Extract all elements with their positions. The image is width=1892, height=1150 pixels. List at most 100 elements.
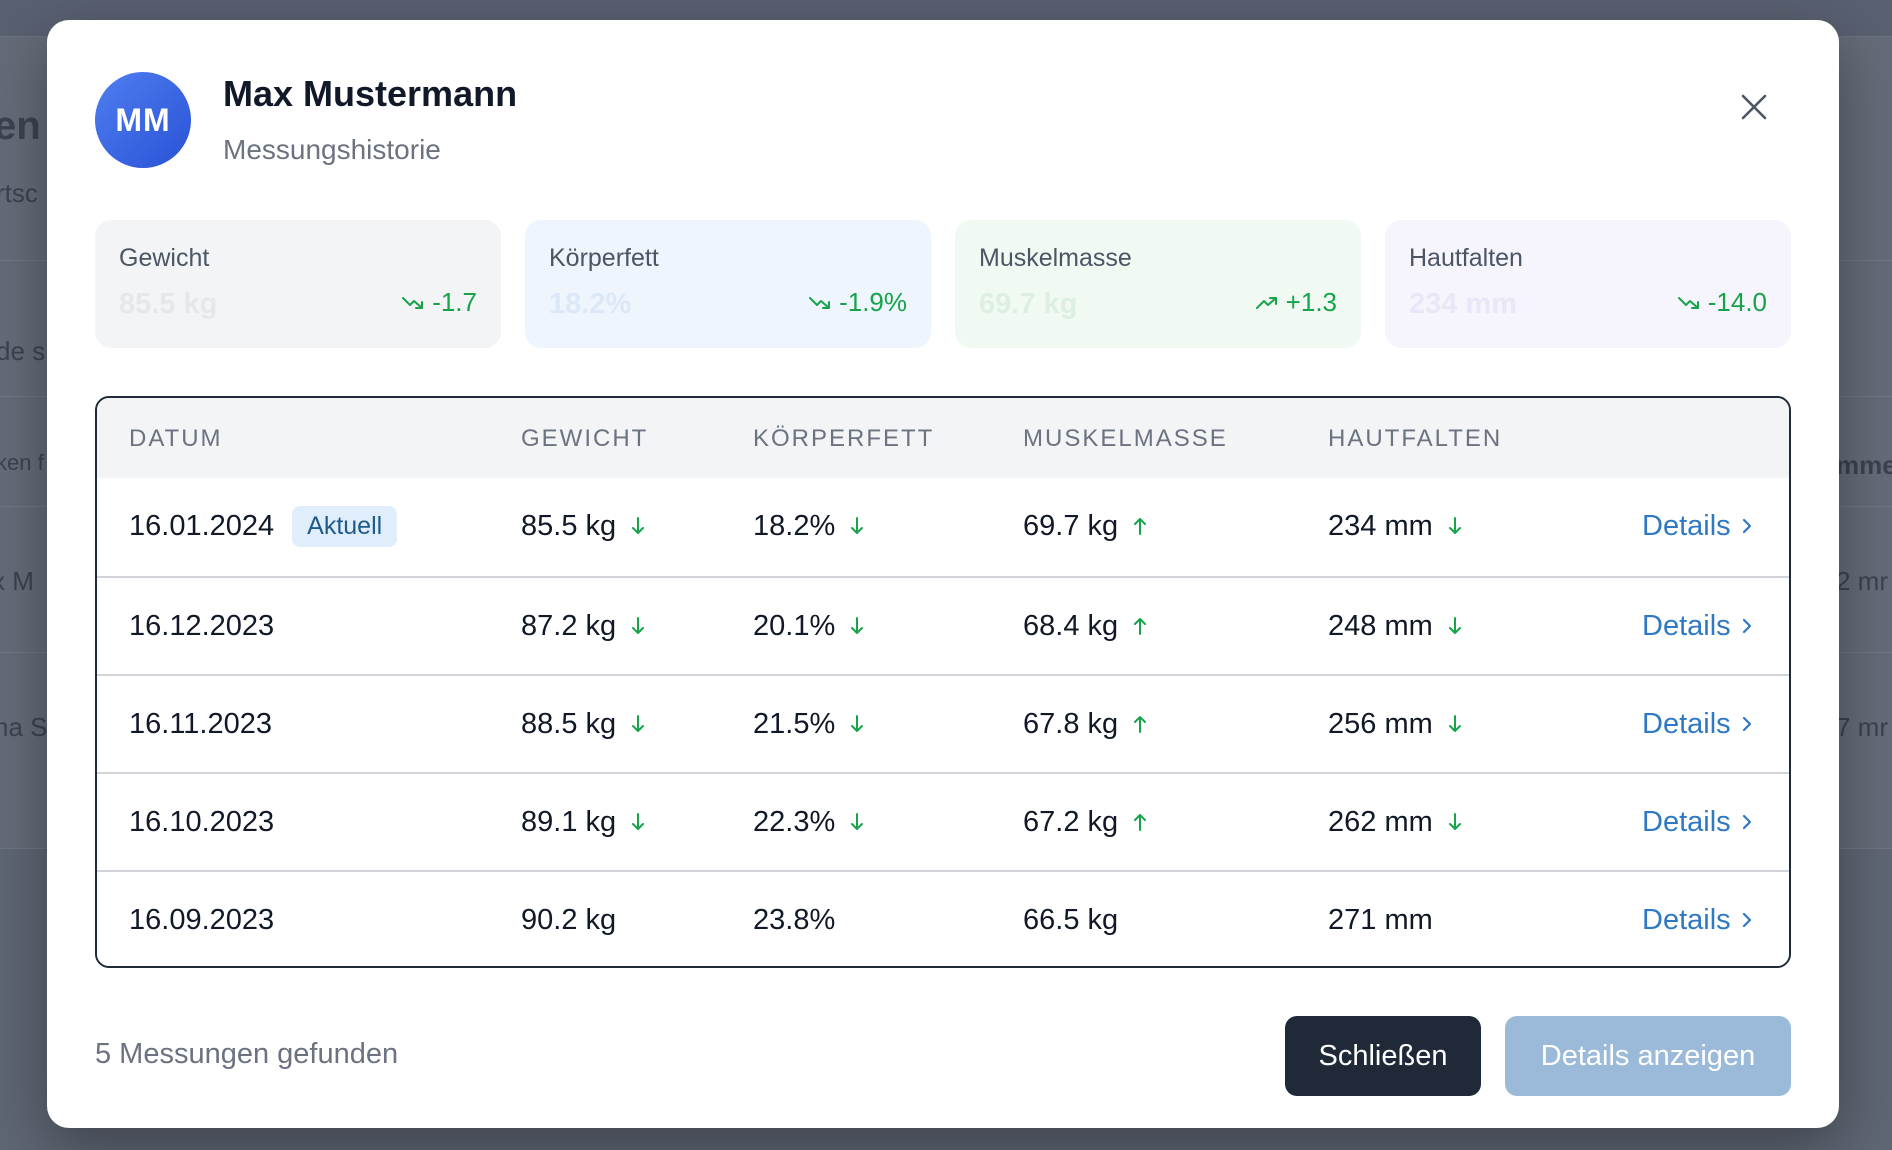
stat-change-value: +1.3 [1285, 287, 1337, 317]
cell-datum: 16.01.2024 Aktuell [129, 478, 398, 574]
close-dialog-button[interactable]: Schließen [1285, 1016, 1481, 1096]
stat-card-hautfalten: Hautfalten 234 mm -14.0 [1385, 220, 1791, 348]
details-link[interactable]: Details [1642, 676, 1753, 772]
value-text: 90.2 kg [521, 903, 617, 936]
cell-muskelmasse: 69.7 kg [1023, 478, 1148, 574]
value-text: 85.5 kg [521, 509, 617, 542]
date-text: 16.09.2023 [129, 903, 275, 936]
arrow-down-icon [632, 617, 645, 634]
column-header-gewicht: GEWICHT [521, 425, 649, 452]
cell-datum: 16.11.2023 [129, 676, 272, 772]
arrow-down-icon-wrap [630, 714, 646, 734]
chevron-right-icon [1742, 912, 1751, 928]
chevron-right-icon-wrap [1741, 813, 1753, 831]
cell-hautfalten: 256 mm [1328, 676, 1463, 772]
arrow-up-icon [1134, 716, 1147, 733]
cell-koerperfett: 18.2% [753, 478, 865, 574]
trend-down-icon [402, 296, 424, 309]
arrow-down-icon [1448, 715, 1461, 732]
show-details-button[interactable]: Details anzeigen [1505, 1016, 1791, 1096]
chevron-right-icon [1742, 716, 1751, 732]
stat-change: -1.7 [402, 287, 477, 318]
arrow-down-icon [632, 813, 645, 830]
table-row: 16.09.2023 90.2 kg 23.8% 66.5 kg 271 mm Detai… [97, 870, 1789, 966]
background-fragment: 2 mr [1836, 566, 1888, 596]
arrow-up-icon-wrap [1132, 714, 1148, 734]
trend-up-icon [1255, 296, 1277, 309]
chevron-right-icon-wrap [1741, 715, 1753, 733]
trend-down-icon [809, 296, 831, 309]
cell-koerperfett: 20.1% [753, 578, 865, 674]
details-link-label: Details [1642, 509, 1731, 542]
arrow-down-icon [1448, 617, 1461, 634]
value-text: 87.2 kg [521, 609, 617, 642]
current-badge: Aktuell [292, 505, 398, 547]
cell-datum: 16.09.2023 [129, 872, 275, 966]
arrow-down-icon-wrap [849, 616, 865, 636]
stat-label: Muskelmasse [979, 244, 1132, 272]
details-link[interactable]: Details [1642, 774, 1753, 870]
table-row: 16.01.2024 Aktuell 85.5 kg 18.2% 69.7 kg 234 … [97, 478, 1789, 576]
chevron-right-icon-wrap [1741, 517, 1753, 535]
avatar: MM [95, 72, 191, 168]
details-link-label: Details [1642, 707, 1731, 740]
value-text: 271 mm [1328, 903, 1433, 936]
cell-koerperfett: 23.8% [753, 872, 835, 966]
cell-gewicht: 87.2 kg [521, 578, 646, 674]
cell-datum: 16.10.2023 [129, 774, 274, 870]
table-row: 16.11.2023 88.5 kg 21.5% 67.8 kg 256 mm Detai… [97, 674, 1789, 772]
value-text: 88.5 kg [521, 707, 617, 740]
close-icon [1741, 94, 1767, 120]
details-link[interactable]: Details [1642, 872, 1753, 966]
arrow-down-icon [1448, 813, 1461, 830]
chevron-right-icon [1742, 814, 1751, 830]
details-link[interactable]: Details [1642, 578, 1753, 674]
arrow-down-icon-wrap [849, 812, 865, 832]
cell-gewicht: 90.2 kg [521, 872, 617, 966]
arrow-down-icon-wrap [849, 516, 865, 536]
arrow-down-icon [632, 715, 645, 732]
stat-card-gewicht: Gewicht 85.5 kg -1.7 [95, 220, 501, 348]
arrow-up-icon-wrap [1132, 812, 1148, 832]
stat-change: -1.9% [809, 287, 907, 318]
arrow-down-icon-wrap [630, 616, 646, 636]
arrow-down-icon-wrap [849, 714, 865, 734]
stat-change-value: -1.9% [839, 287, 907, 317]
arrow-down-icon-wrap [1447, 812, 1463, 832]
stat-change-value: -14.0 [1707, 287, 1767, 317]
background-fragment: rtsc [0, 178, 38, 208]
table-header: DATUM GEWICHT KÖRPERFETT MUSKELMASSE HAU… [97, 398, 1789, 478]
cell-koerperfett: 21.5% [753, 676, 865, 772]
value-text: 66.5 kg [1023, 903, 1119, 936]
cell-hautfalten: 234 mm [1328, 478, 1463, 574]
chevron-right-icon [1742, 618, 1751, 634]
arrow-down-icon-wrap [630, 812, 646, 832]
column-header-koerperfett: KÖRPERFETT [753, 425, 935, 452]
arrow-down-icon-wrap [1447, 516, 1463, 536]
cell-koerperfett: 22.3% [753, 774, 865, 870]
cell-muskelmasse: 67.2 kg [1023, 774, 1148, 870]
cell-muskelmasse: 68.4 kg [1023, 578, 1148, 674]
value-text: 67.2 kg [1023, 805, 1119, 838]
results-count: 5 Messungen gefunden [95, 1038, 399, 1070]
table-row: 16.10.2023 89.1 kg 22.3% 67.2 kg 262 mm Detai… [97, 772, 1789, 870]
column-header-hautfalten: HAUTFALTEN [1328, 425, 1503, 452]
value-text: 21.5% [753, 707, 836, 740]
value-text: 248 mm [1328, 609, 1433, 642]
close-button[interactable] [1733, 86, 1775, 128]
date-text: 16.10.2023 [129, 805, 275, 838]
cell-muskelmasse: 66.5 kg [1023, 872, 1119, 966]
measurement-table: DATUM GEWICHT KÖRPERFETT MUSKELMASSE HAU… [95, 396, 1791, 968]
chevron-right-icon-wrap [1741, 911, 1753, 929]
value-text: 89.1 kg [521, 805, 617, 838]
value-text: 256 mm [1328, 707, 1433, 740]
arrow-up-icon [1134, 518, 1147, 535]
background-fragment: ken f [0, 450, 44, 475]
stat-label: Körperfett [549, 244, 659, 272]
background-fragment: 7 mr [1836, 712, 1888, 742]
background-fragment: na S [0, 712, 48, 742]
value-text: 69.7 kg [1023, 509, 1119, 542]
background-fragment: de s [0, 336, 46, 366]
value-text: 68.4 kg [1023, 609, 1119, 642]
details-link[interactable]: Details [1642, 478, 1753, 574]
